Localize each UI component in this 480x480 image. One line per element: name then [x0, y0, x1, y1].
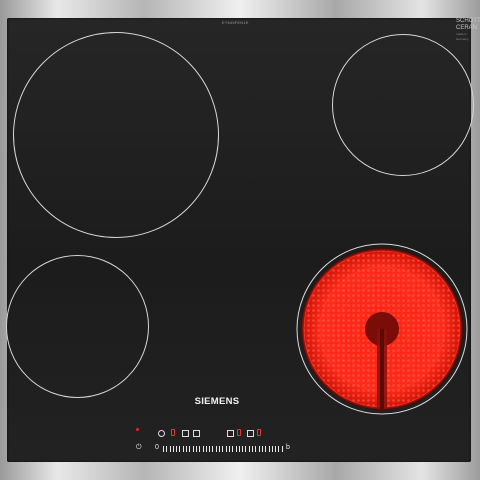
model-code: ET645FEN1E: [222, 20, 249, 25]
brand-logo: SIEMENS: [194, 396, 240, 407]
slider-max-label: b: [286, 444, 290, 451]
zone-select-icon-3[interactable]: [227, 430, 234, 437]
zone-select-icon-1[interactable]: [182, 430, 189, 437]
power-level-slider[interactable]: [163, 446, 283, 452]
zone-select-icon-4[interactable]: [247, 430, 254, 437]
lock-icon[interactable]: [158, 430, 165, 437]
cooking-zone-front-right-active[interactable]: [296, 243, 468, 415]
power-indicator-light: [136, 428, 139, 431]
power-level-display: [237, 429, 241, 436]
touch-control-panel: ⏻ 0 b: [126, 425, 306, 455]
cooking-zone-rear-left[interactable]: [13, 32, 219, 238]
cooking-zone-front-left[interactable]: [6, 255, 149, 398]
zone-select-icon-2[interactable]: [193, 430, 200, 437]
cooking-zone-rear-right[interactable]: [332, 34, 474, 176]
glass-brand-name-1: SCHOTT: [456, 18, 480, 24]
zone-status-display: [257, 429, 261, 436]
timer-display-digit: [171, 429, 175, 436]
power-button[interactable]: ⏻: [136, 444, 142, 452]
glass-brand-logo: SCHOTT CERAN made in Germany: [456, 18, 480, 42]
slider-min-label: 0: [155, 444, 159, 451]
glass-brand-name-2: CERAN: [456, 25, 478, 31]
glass-brand-note: made in Germany: [456, 32, 469, 41]
